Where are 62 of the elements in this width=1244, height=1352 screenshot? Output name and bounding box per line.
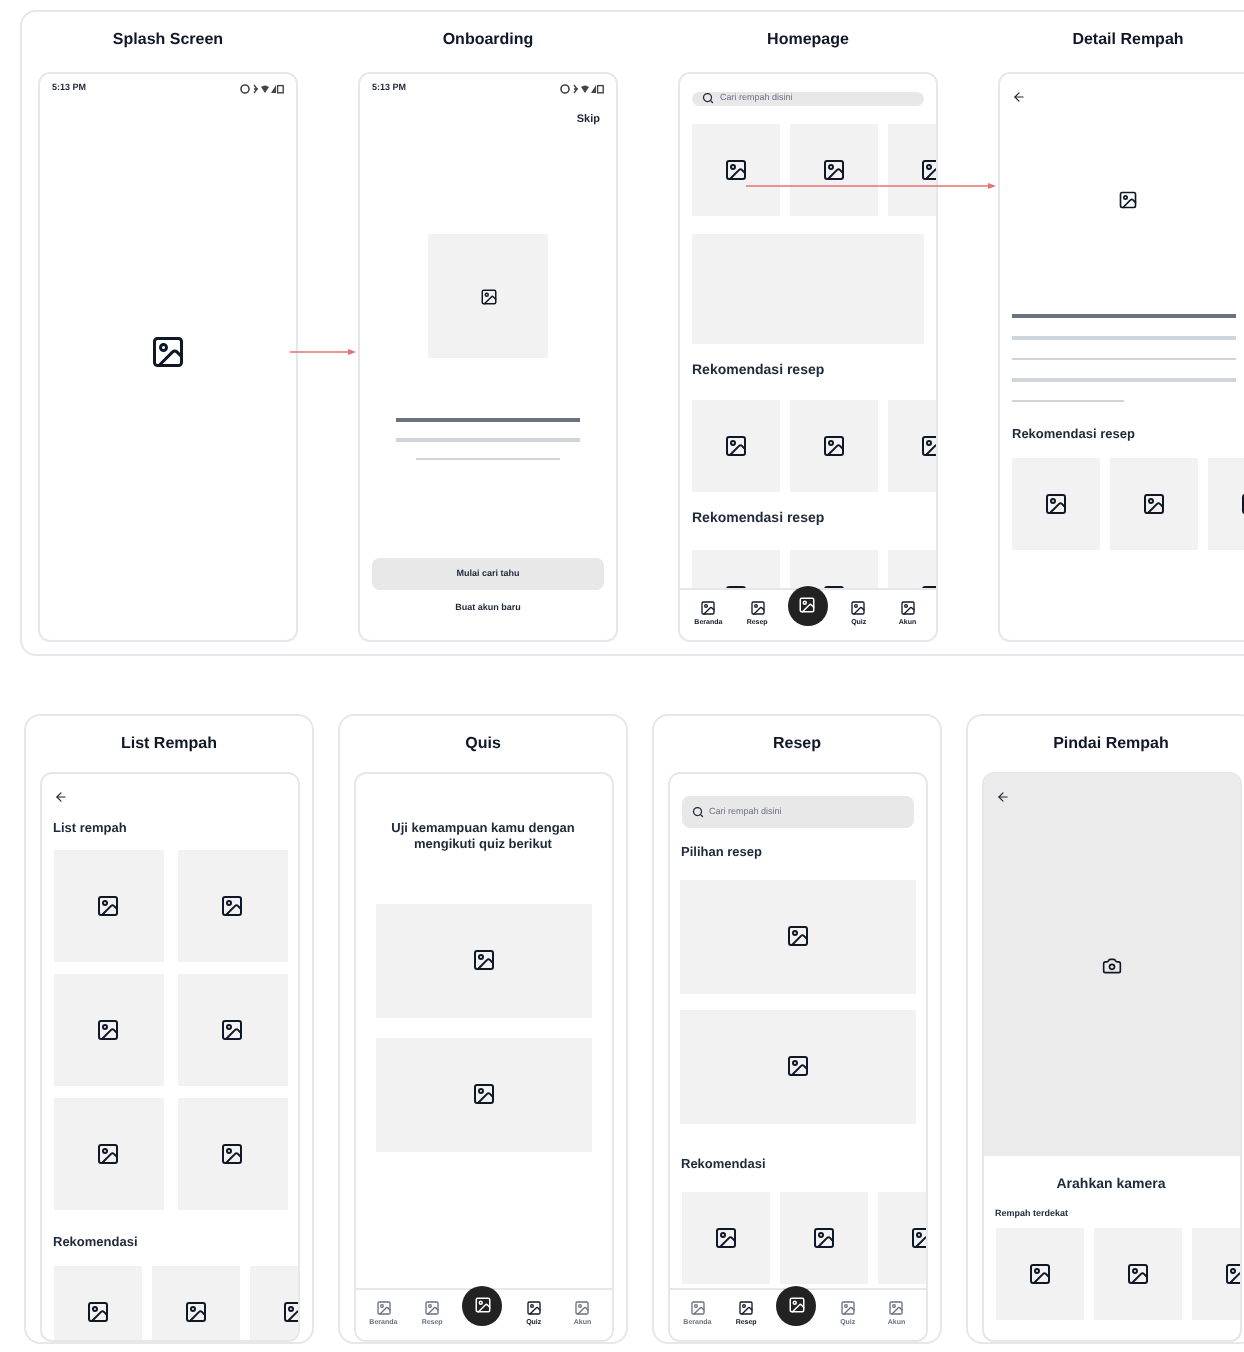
center-nav-button[interactable] [462,1285,503,1325]
image-icon [822,434,846,459]
image-icon [822,157,846,182]
image-icon [85,1299,109,1323]
image-icon [471,948,495,973]
search-icon [691,806,703,818]
image-icon [785,1054,809,1079]
image-icon [96,1017,120,1042]
image-icon [1118,189,1138,209]
screen-title: Splash Screen [110,28,226,52]
image-icon [787,1296,806,1314]
image-icon [700,600,717,617]
image-icon [479,287,497,305]
image-icon [811,1225,835,1249]
screen-title: List Rempah [120,732,217,756]
image-icon [1125,1262,1149,1287]
image-icon [96,893,120,918]
screen-title: Pindai Rempah [1053,732,1169,756]
image-icon [785,924,809,949]
image-icon [220,1017,244,1042]
screen-title: Quis [465,732,501,756]
image-icon [850,600,867,617]
image-icon [798,596,817,614]
image-icon [150,333,186,370]
status-icons [560,83,604,94]
search-icon [702,92,714,105]
image-icon [899,600,916,617]
image-icon [183,1299,207,1323]
center-nav-button[interactable] [776,1285,817,1325]
image-icon [220,893,244,918]
back-icon[interactable] [995,790,1009,804]
image-icon [888,1300,905,1317]
status-icons [240,83,284,94]
image-icon [525,1300,542,1317]
placeholder-line [1012,399,1124,402]
screen-title: Homepage [765,28,851,52]
image-icon [473,1296,492,1314]
image-icon [689,1300,706,1317]
image-icon [574,1300,591,1317]
image-icon [738,1300,755,1317]
connector-arrow [289,349,356,355]
image-icon [424,1300,441,1317]
back-icon[interactable] [1012,90,1026,104]
placeholder-line [416,457,560,460]
image-icon [375,1300,392,1317]
image-icon [724,157,748,182]
image-icon [839,1300,856,1317]
screen-title: Onboarding [440,28,536,52]
camera-icon[interactable] [1101,956,1121,976]
image-icon [220,1141,244,1166]
image-icon [96,1141,120,1166]
screen-title: Resep [772,732,821,756]
center-nav-button[interactable] [787,585,828,625]
screen-title: Detail Rempah [1070,28,1186,52]
image-icon [1044,491,1068,516]
image-icon [471,1082,495,1107]
image-icon [749,600,766,617]
back-icon[interactable] [53,790,67,804]
image-icon [1027,1262,1051,1287]
image-icon [713,1225,737,1249]
image-icon [724,434,748,459]
image-icon [1142,491,1166,516]
